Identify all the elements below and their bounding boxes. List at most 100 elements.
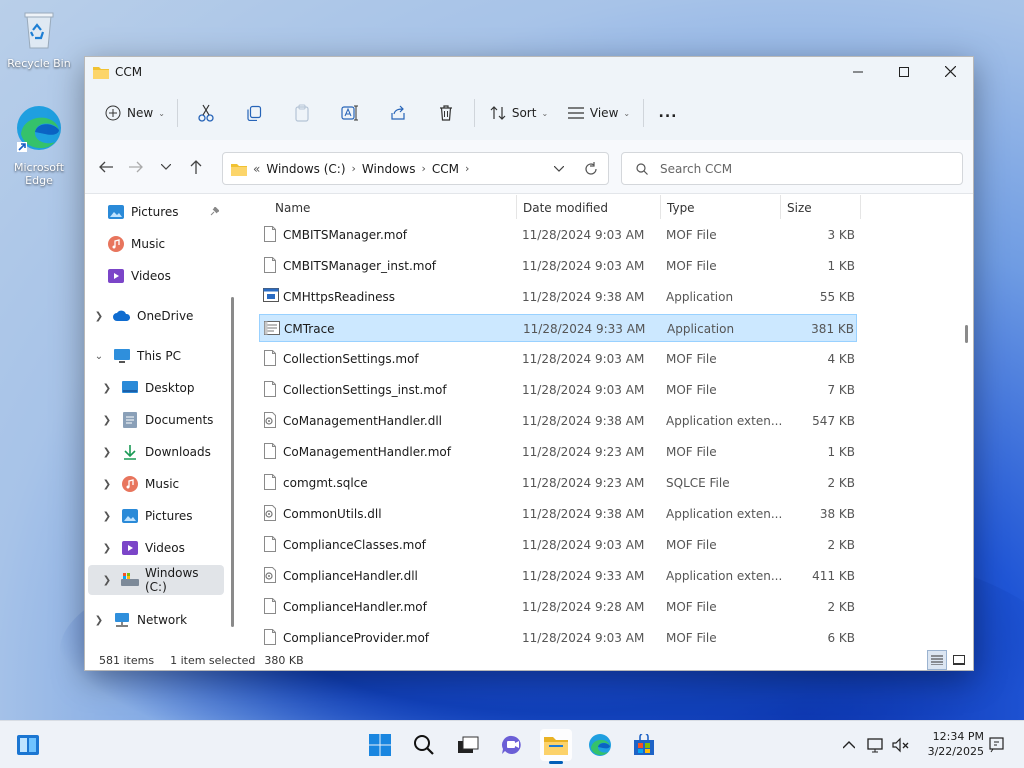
file-list-scrollbar[interactable]	[965, 325, 968, 343]
chevron-right-icon[interactable]: ›	[465, 162, 469, 175]
address-dropdown-button[interactable]	[554, 165, 564, 172]
table-row[interactable]: CMBITSManager_inst.mof 11/28/2024 9:03 AM…	[259, 252, 857, 280]
file-icon	[263, 226, 277, 245]
view-button[interactable]: View ⌄	[559, 97, 639, 129]
new-button[interactable]: New ⌄	[97, 97, 173, 129]
forward-button[interactable]	[121, 152, 151, 182]
store-taskbar-button[interactable]	[628, 729, 660, 761]
sidebar-item-music-quick[interactable]: Music	[107, 229, 235, 259]
back-button[interactable]	[91, 152, 121, 182]
taskbar-search-button[interactable]	[408, 729, 440, 761]
table-row-selected[interactable]: CMTrace 11/28/2024 9:33 AM Application 381 …	[259, 314, 857, 342]
tiles-view-button[interactable]	[949, 650, 969, 670]
chevron-right-icon[interactable]: ›	[352, 162, 356, 175]
sidebar-item-desktop[interactable]: ❯ Desktop	[99, 373, 235, 403]
paste-button[interactable]	[278, 97, 326, 129]
sidebar-item-this-pc[interactable]: ⌄ This PC	[91, 341, 233, 371]
minimize-button[interactable]	[835, 57, 881, 86]
maximize-button[interactable]	[881, 57, 927, 86]
sidebar-item-videos[interactable]: ❯ Videos	[99, 533, 235, 563]
table-row[interactable]: ComplianceHandler.mof 11/28/2024 9:28 AM M…	[259, 593, 857, 621]
sidebar-item-windows-c[interactable]: ❯ Windows (C:)	[88, 565, 224, 595]
file-icon	[263, 350, 277, 369]
task-view-button[interactable]	[452, 729, 484, 761]
table-row[interactable]: CMHttpsReadiness 11/28/2024 9:38 AM Applic…	[259, 283, 857, 311]
arrow-left-icon	[99, 161, 113, 173]
file-explorer-taskbar-button[interactable]	[540, 729, 572, 764]
column-header-date[interactable]: Date modified	[523, 201, 608, 215]
clock[interactable]: 12:34 PM 3/22/2025	[920, 729, 984, 759]
chevron-right-icon[interactable]: ❯	[99, 543, 115, 554]
column-header-name[interactable]: Name	[275, 201, 310, 215]
search-box[interactable]: Search CCM	[621, 152, 963, 185]
sidebar-item-onedrive[interactable]: ❯ OneDrive	[91, 301, 233, 331]
close-button[interactable]	[927, 57, 973, 86]
chevron-right-icon[interactable]: ❯	[99, 511, 115, 522]
chevron-right-icon[interactable]: ❯	[91, 311, 107, 322]
column-divider[interactable]	[860, 195, 861, 219]
rename-button[interactable]	[326, 97, 374, 129]
sidebar-item-network[interactable]: ❯ Network	[91, 605, 233, 635]
network-status-button[interactable]	[864, 729, 888, 761]
table-row[interactable]: CollectionSettings_inst.mof 11/28/2024 9:…	[259, 376, 857, 404]
sidebar-item-videos-quick[interactable]: Videos	[107, 261, 235, 291]
chevron-right-icon[interactable]: ❯	[99, 447, 115, 458]
details-view-button[interactable]	[927, 650, 947, 670]
column-divider[interactable]	[660, 195, 661, 219]
up-button[interactable]	[181, 152, 211, 182]
cut-button[interactable]	[182, 97, 230, 129]
start-button[interactable]	[364, 729, 396, 761]
teams-chat-button[interactable]	[496, 729, 528, 761]
title-bar[interactable]: CCM	[85, 57, 973, 86]
column-header-type[interactable]: Type	[667, 201, 695, 215]
table-row[interactable]: ComplianceHandler.dll 11/28/2024 9:33 AM A…	[259, 562, 857, 590]
chevron-right-icon[interactable]: ❯	[99, 575, 115, 586]
widgets-button[interactable]	[12, 729, 44, 761]
address-bar[interactable]: « Windows (C:) › Windows › CCM ›	[222, 152, 609, 185]
sidebar-item-documents[interactable]: ❯ Documents	[99, 405, 235, 435]
column-divider[interactable]	[516, 195, 517, 219]
copy-button[interactable]	[230, 97, 278, 129]
recent-locations-button[interactable]	[151, 152, 181, 182]
sort-button[interactable]: Sort ⌄	[479, 97, 559, 129]
delete-button[interactable]	[422, 97, 470, 129]
table-row[interactable]: CommonUtils.dll 11/28/2024 9:38 AM Applica…	[259, 500, 857, 528]
sidebar-item-music[interactable]: ❯ Music	[99, 469, 235, 499]
table-row[interactable]: ComplianceProvider.mof 11/28/2024 9:03 AM…	[259, 624, 857, 650]
table-row[interactable]: CoManagementHandler.mof 11/28/2024 9:23 A…	[259, 438, 857, 466]
file-type: SQLCE File	[666, 476, 730, 490]
sidebar-item-pictures-quick[interactable]: Pictures	[107, 197, 235, 227]
desktop-icon-edge[interactable]: Microsoft Edge	[3, 104, 75, 187]
sidebar-scrollbar[interactable]	[231, 297, 234, 627]
breadcrumb-item[interactable]: CCM	[432, 162, 459, 176]
volume-button[interactable]	[889, 729, 913, 761]
table-row[interactable]: CoManagementHandler.dll 11/28/2024 9:38 A…	[259, 407, 857, 435]
edge-taskbar-button[interactable]	[584, 729, 616, 761]
see-more-button[interactable]: ...	[648, 97, 688, 129]
notifications-button[interactable]	[984, 729, 1010, 761]
desktop-icon-recycle-bin[interactable]: Recycle Bin	[3, 10, 75, 70]
sidebar-item-downloads[interactable]: ❯ Downloads	[99, 437, 235, 467]
chevron-right-icon[interactable]: ❯	[99, 479, 115, 490]
table-row[interactable]: ComplianceClasses.mof 11/28/2024 9:03 AM M…	[259, 531, 857, 559]
column-headers: ⌃ Name Date modified Type Size	[237, 195, 937, 221]
breadcrumb-overflow[interactable]: «	[253, 162, 260, 176]
breadcrumb-item[interactable]: Windows (C:)	[266, 162, 345, 176]
sidebar-item-pictures[interactable]: ❯ Pictures	[99, 501, 235, 531]
column-divider[interactable]	[780, 195, 781, 219]
file-name: CMBITSManager_inst.mof	[283, 259, 437, 273]
refresh-button[interactable]	[584, 161, 598, 176]
show-hidden-icons-button[interactable]	[834, 729, 864, 761]
breadcrumb-item[interactable]: Windows	[362, 162, 416, 176]
sort-label: Sort	[511, 106, 537, 120]
table-row[interactable]: CMBITSManager.mof 11/28/2024 9:03 AM MOF F…	[259, 221, 857, 249]
chevron-down-icon[interactable]: ⌄	[91, 351, 107, 362]
chevron-right-icon[interactable]: ❯	[91, 615, 107, 626]
table-row[interactable]: comgmt.sqlce 11/28/2024 9:23 AM SQLCE File…	[259, 469, 857, 497]
chevron-right-icon[interactable]: ›	[422, 162, 426, 175]
share-button[interactable]	[374, 97, 422, 129]
column-header-size[interactable]: Size	[787, 201, 812, 215]
chevron-right-icon[interactable]: ❯	[99, 415, 115, 426]
table-row[interactable]: CollectionSettings.mof 11/28/2024 9:03 AM…	[259, 345, 857, 373]
chevron-right-icon[interactable]: ❯	[99, 383, 115, 394]
